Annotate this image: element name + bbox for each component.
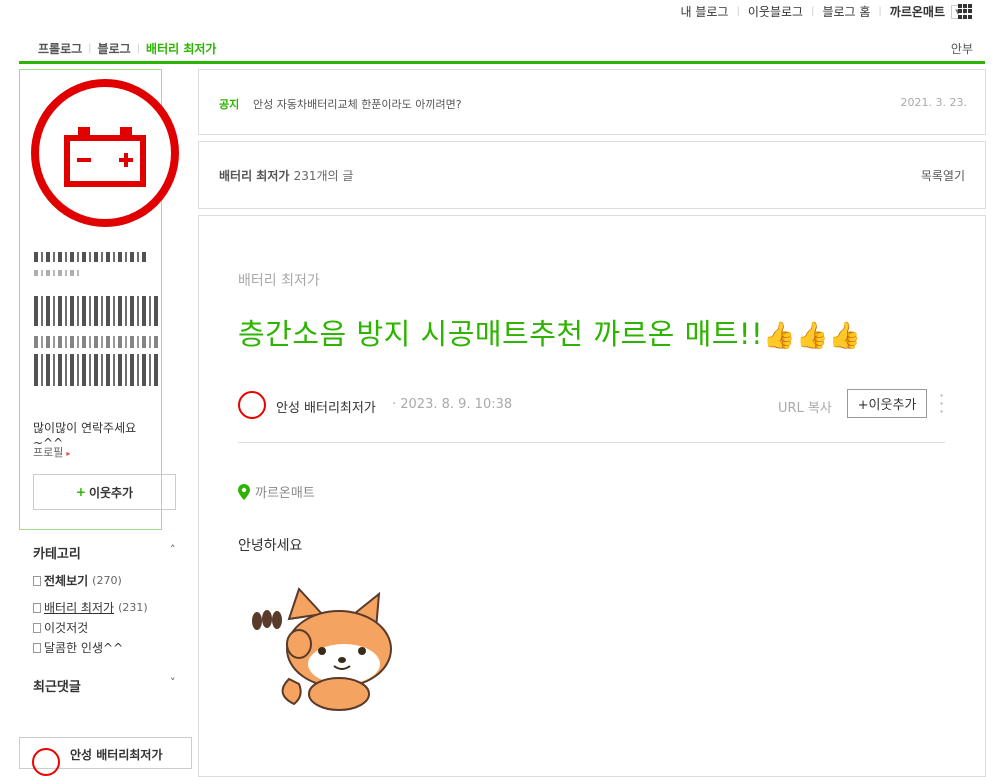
menu-item-guestbook[interactable]: 안부 xyxy=(951,40,973,57)
global-nav: 내 블로그 | 이웃블로그 | 블로그 홈 | 까르온매트 ▼ xyxy=(0,0,1007,24)
document-icon xyxy=(33,642,41,653)
category-item-count: (270) xyxy=(92,574,122,587)
arrow-right-icon: ▸ xyxy=(66,449,71,458)
document-icon xyxy=(33,575,41,586)
place-tag[interactable]: 까르온매트 xyxy=(238,482,315,501)
menu-item-blog[interactable]: 블로그 xyxy=(98,40,131,57)
category-bar: 배터리 최저가 231개의 글 목록열기 xyxy=(198,141,986,209)
more-vertical-icon[interactable]: · · · xyxy=(939,388,944,420)
category-bar-label: 배터리 최저가 xyxy=(219,169,290,183)
blog-id-blurred xyxy=(34,270,80,276)
menu-divider xyxy=(19,61,985,64)
category-item-count: (231) xyxy=(118,601,148,614)
blog-desc-blurred xyxy=(34,354,160,386)
bottom-widget-title: 안성 배터리최저가 xyxy=(70,748,163,762)
post-container: 배터리 최저가 층간소음 방지 시공매트추천 까르온 매트!!👍👍👍 안성 배터… xyxy=(198,215,986,777)
blog-menu: 프롤로그 | 블로그 | 배터리 최저가 안부 xyxy=(20,40,985,60)
add-neighbor-label: 이웃추가 xyxy=(88,485,134,500)
add-neighbor-button[interactable]: + 이웃추가 xyxy=(33,474,176,510)
separator: | xyxy=(88,43,92,54)
my-blog-link[interactable]: 내 블로그 xyxy=(673,3,737,20)
post-add-neighbor-button[interactable]: +이웃추가 xyxy=(847,389,927,418)
map-pin-icon xyxy=(238,483,250,500)
profile-link[interactable]: 프로필 ▸ xyxy=(33,444,70,460)
category-item-misc[interactable]: 이것저것 xyxy=(33,619,88,636)
category-item-label[interactable]: 달콤한 인생^^ xyxy=(44,639,123,656)
category-bar-name: 배터리 최저가 231개의 글 xyxy=(219,167,353,184)
category-item-all[interactable]: 전체보기 (270) xyxy=(33,572,122,589)
separator: | xyxy=(136,43,141,54)
blog-desc-blurred xyxy=(34,336,160,348)
menu-item-prologue[interactable]: 프롤로그 xyxy=(38,40,82,57)
post-author[interactable]: 안성 배터리최저가 xyxy=(276,397,376,416)
category-item-sweet-life[interactable]: 달콤한 인생^^ xyxy=(33,639,123,656)
recent-comments-title: 최근댓글 xyxy=(33,680,81,695)
battery-icon[interactable] xyxy=(30,78,180,228)
author-avatar[interactable] xyxy=(238,391,266,419)
post-title: 층간소음 방지 시공매트추천 까르온 매트!!👍👍👍 xyxy=(238,311,862,353)
post-title-text: 층간소음 방지 시공매트추천 까르온 매트!! xyxy=(238,317,764,351)
notice-date: 2021. 3. 23. xyxy=(900,96,967,109)
neighbor-blog-link[interactable]: 이웃블로그 xyxy=(740,3,811,20)
thumbs-up-icon: 👍👍👍 xyxy=(763,321,862,351)
post-category-link[interactable]: 배터리 최저가 xyxy=(238,270,320,290)
battery-icon xyxy=(32,748,60,776)
category-item-label[interactable]: 이것저것 xyxy=(44,619,88,636)
chevron-up-icon[interactable]: ˄ xyxy=(170,543,176,556)
post-header-divider xyxy=(238,442,945,443)
blog-name-blurred xyxy=(34,252,146,262)
profile-link-label[interactable]: 프로필 xyxy=(33,446,63,459)
user-name[interactable]: 까르온매트 xyxy=(882,3,951,20)
category-bar-count: 231개의 글 xyxy=(293,169,354,183)
blog-desc-blurred xyxy=(34,296,160,326)
post-greeting: 안녕하세요 xyxy=(238,538,303,554)
open-list-button[interactable]: 목록열기 xyxy=(921,167,965,184)
document-icon xyxy=(33,622,41,633)
bottom-widget: 안성 배터리최저가 xyxy=(19,737,192,776)
blog-home-link[interactable]: 블로그 홈 xyxy=(814,3,878,20)
notice-label: 공지 xyxy=(219,98,240,111)
grid-icon[interactable] xyxy=(958,4,973,19)
profile-card: 많이많이 연락주세요~^^ 프로필 ▸ + 이웃추가 xyxy=(19,69,179,530)
category-title: 카테고리 xyxy=(33,547,81,562)
category-item-label[interactable]: 전체보기 xyxy=(44,572,88,589)
document-icon xyxy=(33,602,41,613)
post-date: · 2023. 8. 9. 10:38 xyxy=(392,397,513,412)
menu-item-battery[interactable]: 배터리 최저가 xyxy=(146,40,216,57)
url-copy-button[interactable]: URL 복사 xyxy=(778,397,832,416)
place-name[interactable]: 까르온매트 xyxy=(255,482,315,501)
category-item-label[interactable]: 배터리 최저가 xyxy=(44,599,114,616)
chevron-down-icon[interactable]: ˅ xyxy=(170,676,176,689)
plus-icon: + xyxy=(75,485,86,499)
notice-box: 공지 안성 자동차배터리교체 한푼이라도 아끼려면? 2021. 3. 23. xyxy=(198,69,986,135)
category-item-battery[interactable]: 배터리 최저가 (231) xyxy=(33,599,148,616)
notice-title-link[interactable]: 안성 자동차배터리교체 한푼이라도 아끼려면? xyxy=(253,96,462,112)
fox-sticker-icon xyxy=(252,587,392,711)
gnb-links: 내 블로그 | 이웃블로그 | 블로그 홈 | 까르온매트 ▼ xyxy=(673,3,965,20)
